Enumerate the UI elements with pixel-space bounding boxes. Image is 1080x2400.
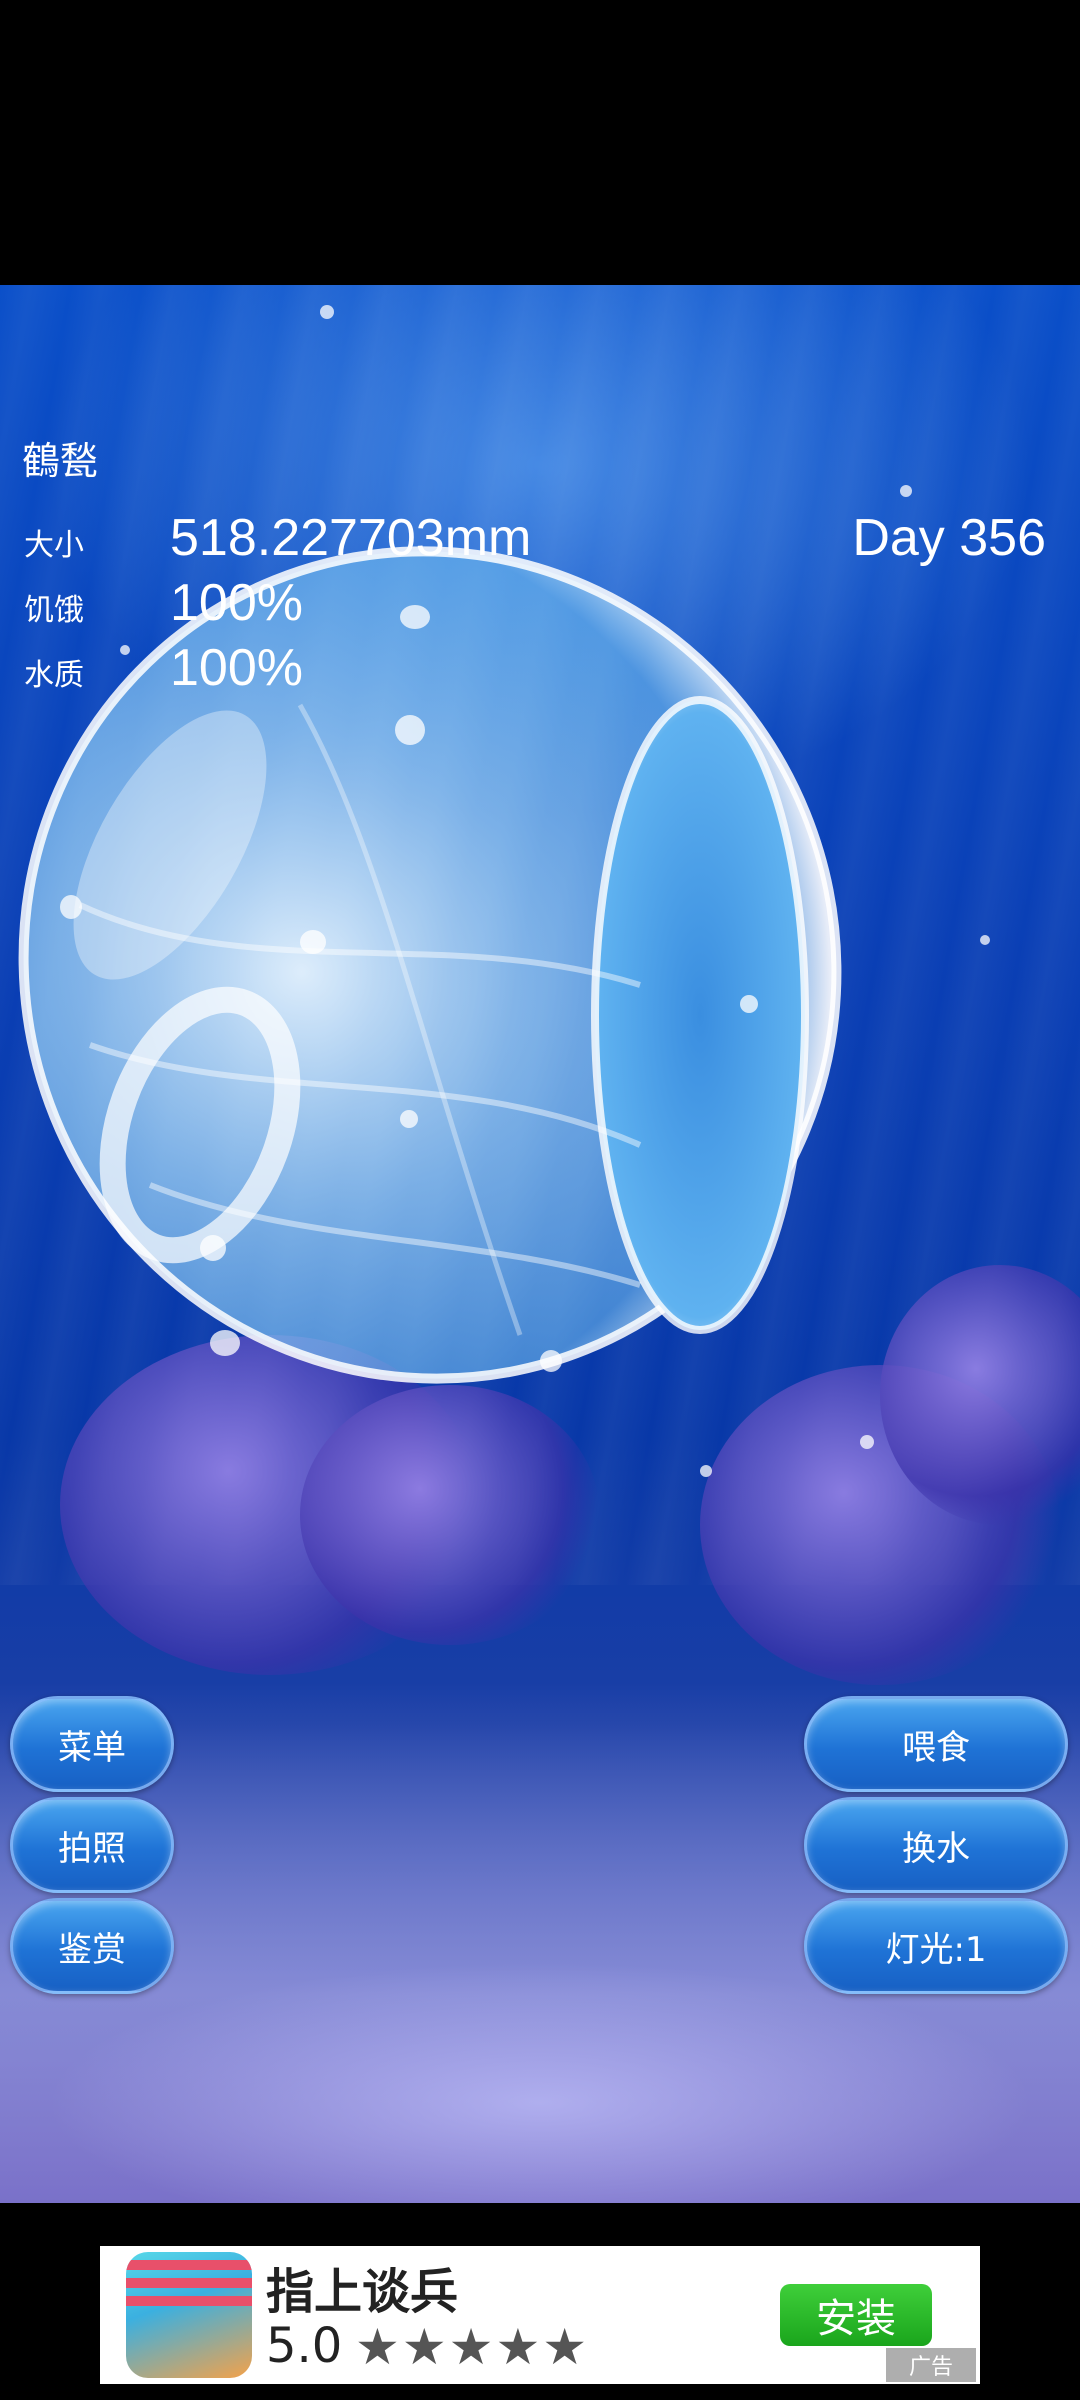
particle bbox=[210, 1330, 240, 1356]
ad-title[interactable]: 指上谈兵 bbox=[266, 2252, 458, 2322]
menu-button[interactable]: 菜单 bbox=[10, 1696, 174, 1792]
particle bbox=[980, 935, 990, 945]
game-app-icon[interactable] bbox=[126, 2252, 252, 2378]
water-quality-label: 水质 bbox=[24, 658, 84, 693]
water-quality-value: 100% bbox=[170, 639, 303, 697]
particle bbox=[120, 645, 130, 655]
particle bbox=[320, 305, 334, 319]
particle bbox=[200, 1235, 226, 1261]
particle bbox=[395, 715, 425, 745]
size-value: 518.227703mm bbox=[170, 509, 532, 567]
particle bbox=[740, 995, 758, 1013]
hunger-label: 饥饿 bbox=[24, 593, 84, 628]
day-counter: Day 356 bbox=[852, 509, 1046, 567]
hunger-value: 100% bbox=[170, 574, 303, 632]
particle bbox=[700, 1465, 712, 1477]
feed-button[interactable]: 喂食 bbox=[804, 1696, 1068, 1792]
ad-tag: 广告 bbox=[886, 2348, 976, 2382]
photo-button[interactable]: 拍照 bbox=[10, 1797, 174, 1893]
particle bbox=[900, 485, 912, 497]
status-bar-area bbox=[0, 0, 1080, 285]
light-button[interactable]: 灯光:1 bbox=[804, 1898, 1068, 1994]
appreciate-button[interactable]: 鉴赏 bbox=[10, 1898, 174, 1994]
ad-banner[interactable]: 指上谈兵 5.0 ★★★★★ 安装 广告 bbox=[100, 2246, 980, 2384]
size-label: 大小 bbox=[24, 528, 84, 563]
install-button[interactable]: 安装 bbox=[780, 2284, 932, 2346]
particle bbox=[860, 1435, 874, 1449]
jellyfish-name: 鶴甃 bbox=[22, 439, 99, 483]
particle bbox=[300, 930, 326, 954]
change-water-button[interactable]: 换水 bbox=[804, 1797, 1068, 1893]
star-rating-icon: ★★★★★ bbox=[355, 2318, 590, 2376]
particle bbox=[400, 605, 430, 629]
particle bbox=[60, 895, 82, 919]
ad-rating: 5.0 bbox=[266, 2318, 343, 2374]
particle bbox=[400, 1110, 418, 1128]
particle bbox=[540, 1350, 562, 1372]
